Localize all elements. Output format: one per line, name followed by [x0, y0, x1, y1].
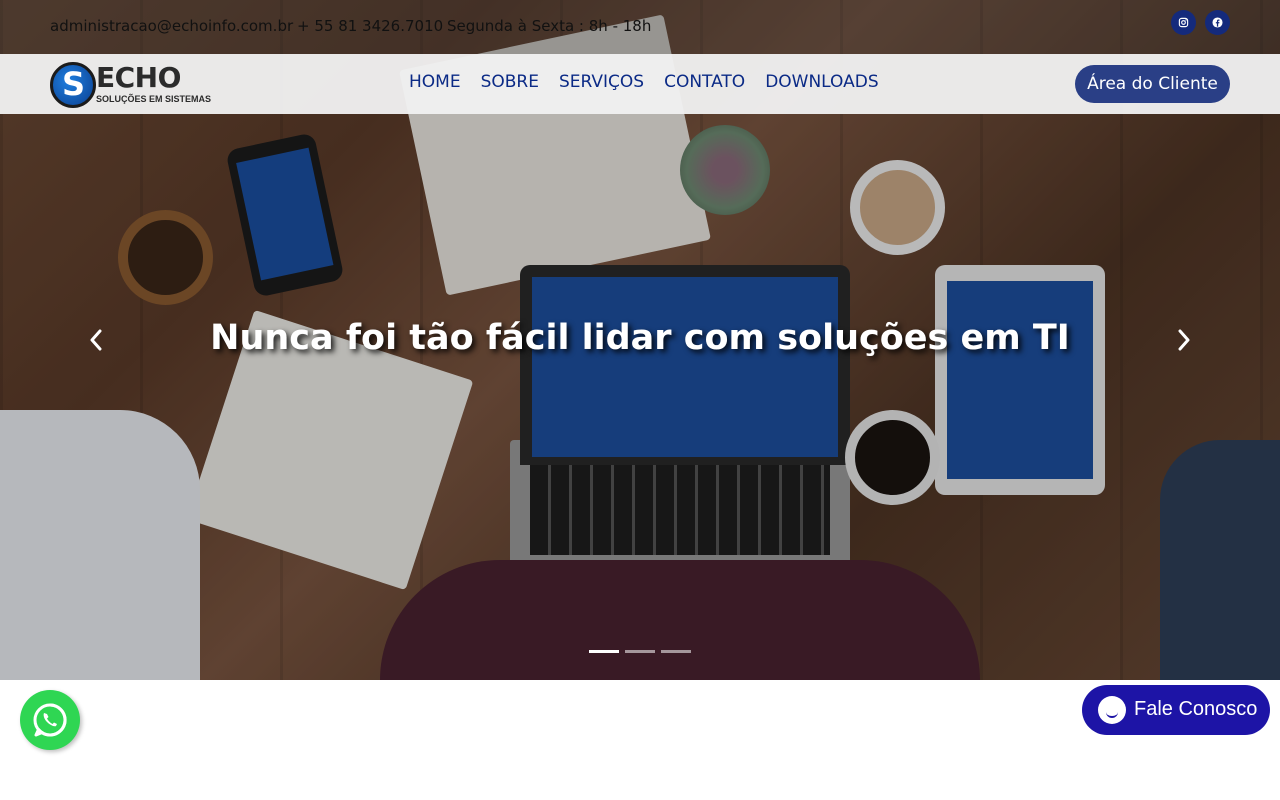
carousel-indicator-1[interactable] — [589, 650, 619, 653]
carousel-indicator-2[interactable] — [625, 650, 655, 653]
hero-headline: Nunca foi tão fácil lidar com soluções e… — [210, 318, 1070, 358]
client-area-button[interactable]: Área do Cliente — [1075, 65, 1230, 103]
nav-sobre[interactable]: SOBRE — [481, 72, 539, 92]
chevron-left-icon — [90, 329, 102, 351]
instagram-icon[interactable] — [1171, 10, 1196, 35]
primary-nav: HOME SOBRE SERVIÇOS CONTATO DOWNLOADS — [409, 72, 879, 92]
logo-name: ECHO — [96, 61, 181, 94]
chevron-right-icon — [1178, 329, 1190, 351]
contact-phone[interactable]: + 55 81 3426.7010 — [297, 17, 443, 35]
nav-contato[interactable]: CONTATO — [664, 72, 745, 92]
nav-servicos[interactable]: SERVIÇOS — [559, 72, 644, 92]
logo-tagline: SOLUÇÕES EM SISTEMAS — [96, 94, 212, 104]
carousel-indicator-3[interactable] — [661, 650, 691, 653]
whatsapp-icon — [33, 703, 67, 737]
carousel-prev-button[interactable] — [78, 322, 114, 358]
nav-home[interactable]: HOME — [409, 72, 461, 92]
facebook-icon[interactable] — [1205, 10, 1230, 35]
business-hours: Segunda à Sexta : 8h - 18h — [447, 17, 652, 35]
chat-label: Fale Conosco — [1134, 698, 1258, 720]
nav-downloads[interactable]: DOWNLOADS — [765, 72, 878, 92]
chat-widget-button[interactable]: Fale Conosco — [1082, 685, 1270, 735]
carousel-next-button[interactable] — [1166, 322, 1202, 358]
main-navbar: S ECHO SOLUÇÕES EM SISTEMAS HOME SOBRE S… — [0, 54, 1280, 114]
echo-logo[interactable]: S ECHO SOLUÇÕES EM SISTEMAS — [50, 60, 211, 108]
logo-s-glyph: S — [62, 65, 86, 103]
contact-email[interactable]: administracao@echoinfo.com.br — [50, 17, 293, 35]
chat-bubble-icon — [1098, 696, 1126, 724]
carousel-indicators — [589, 650, 691, 653]
whatsapp-button[interactable] — [20, 690, 80, 750]
top-info-bar: administracao@echoinfo.com.br + 55 81 34… — [0, 0, 1280, 54]
